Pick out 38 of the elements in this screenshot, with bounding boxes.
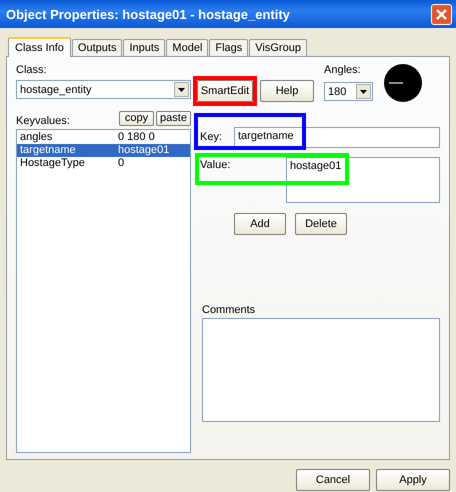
- tab[interactable]: VisGroup: [249, 39, 307, 56]
- angle-dial-icon[interactable]: [384, 64, 422, 102]
- key-label: Key:: [200, 131, 224, 143]
- value-text: hostage01: [118, 144, 170, 157]
- keyvalues-label: Keyvalues:: [16, 115, 70, 127]
- add-button[interactable]: Add: [234, 213, 286, 235]
- value-text: 0 180 0: [118, 131, 155, 144]
- keyvalue-row[interactable]: HostageType 0: [17, 157, 190, 170]
- dialog-button[interactable]: Cancel: [296, 469, 370, 491]
- keyvalue-row[interactable]: angles 0 180 0: [17, 131, 190, 144]
- smartedit-button[interactable]: SmartEdit: [197, 80, 253, 102]
- comments-field[interactable]: [202, 318, 440, 422]
- key-text: HostageType: [20, 157, 86, 170]
- close-button[interactable]: [431, 4, 452, 24]
- close-icon: [435, 8, 448, 20]
- copy-button[interactable]: copy: [119, 110, 154, 126]
- help-button[interactable]: Help: [260, 80, 314, 102]
- key-text: angles: [20, 131, 54, 144]
- window-title: Object Properties: hostage01 - hostage_entity: [6, 6, 290, 22]
- key-text: targetname: [20, 144, 77, 157]
- tab[interactable]: Model: [166, 39, 208, 56]
- tab[interactable]: Outputs: [72, 39, 122, 56]
- tab[interactable]: Inputs: [123, 39, 166, 56]
- delete-button[interactable]: Delete: [295, 213, 347, 235]
- tab[interactable]: Class Info: [8, 37, 71, 57]
- comments-label: Comments: [202, 304, 256, 316]
- keyvalue-row[interactable]: targetname hostage01: [17, 144, 190, 157]
- angles-label: Angles:: [324, 64, 362, 76]
- class-dropdown[interactable]: hostage_entity: [16, 80, 191, 99]
- dialog-button[interactable]: Apply: [376, 469, 450, 491]
- class-label: Class:: [16, 64, 48, 76]
- tab[interactable]: Flags: [209, 39, 248, 56]
- angles-dropdown[interactable]: 180: [324, 82, 373, 101]
- key-field[interactable]: targetname: [234, 126, 440, 148]
- value-text: 0: [118, 157, 124, 170]
- value-field[interactable]: hostage01: [286, 157, 440, 203]
- value-label: Value:: [200, 159, 232, 171]
- paste-button[interactable]: paste: [156, 110, 191, 126]
